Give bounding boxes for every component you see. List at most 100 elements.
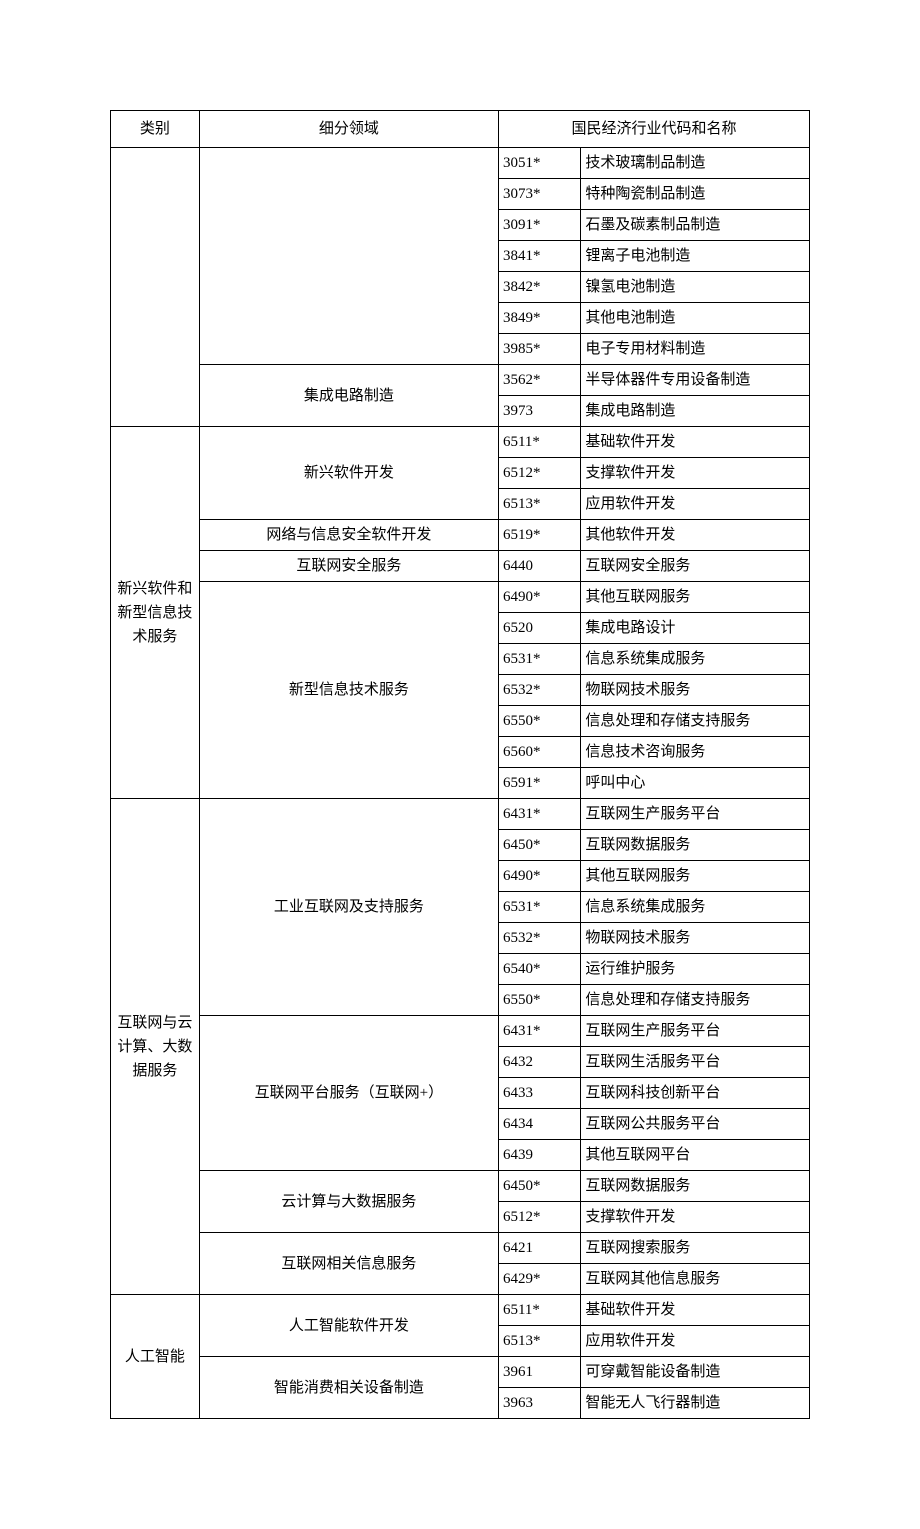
code-cell: 3562* [498,365,580,396]
code-cell: 6511* [498,427,580,458]
subfield-cell: 集成电路制造 [199,365,498,427]
table-row: 互联网安全服务6440互联网安全服务 [111,551,810,582]
header-codename: 国民经济行业代码和名称 [498,111,809,148]
name-cell: 互联网搜索服务 [581,1233,810,1264]
name-cell: 互联网安全服务 [581,551,810,582]
name-cell: 其他互联网平台 [581,1140,810,1171]
subfield-cell: 互联网安全服务 [199,551,498,582]
name-cell: 物联网技术服务 [581,923,810,954]
code-cell: 6450* [498,1171,580,1202]
code-cell: 6540* [498,954,580,985]
category-cell: 互联网与云计算、大数据服务 [111,799,200,1295]
name-cell: 运行维护服务 [581,954,810,985]
table-row: 新型信息技术服务6490*其他互联网服务 [111,582,810,613]
name-cell: 信息技术咨询服务 [581,737,810,768]
code-cell: 6519* [498,520,580,551]
code-cell: 3842* [498,272,580,303]
code-cell: 6532* [498,675,580,706]
name-cell: 智能无人飞行器制造 [581,1388,810,1419]
name-cell: 电子专用材料制造 [581,334,810,365]
code-cell: 6591* [498,768,580,799]
name-cell: 支撑软件开发 [581,1202,810,1233]
code-cell: 6450* [498,830,580,861]
industry-table: 类别细分领域国民经济行业代码和名称3051*技术玻璃制品制造3073*特种陶瓷制… [110,110,810,1419]
code-cell: 3051* [498,148,580,179]
subfield-cell: 人工智能软件开发 [199,1295,498,1357]
name-cell: 互联网生活服务平台 [581,1047,810,1078]
name-cell: 基础软件开发 [581,1295,810,1326]
code-cell: 6433 [498,1078,580,1109]
code-cell: 6434 [498,1109,580,1140]
name-cell: 集成电路设计 [581,613,810,644]
name-cell: 应用软件开发 [581,489,810,520]
table-row: 互联网与云计算、大数据服务工业互联网及支持服务6431*互联网生产服务平台 [111,799,810,830]
code-cell: 6513* [498,1326,580,1357]
code-cell: 6431* [498,1016,580,1047]
code-cell: 6490* [498,582,580,613]
code-cell: 3073* [498,179,580,210]
subfield-cell: 新型信息技术服务 [199,582,498,799]
code-cell: 3841* [498,241,580,272]
subfield-cell: 云计算与大数据服务 [199,1171,498,1233]
code-cell: 6512* [498,1202,580,1233]
code-cell: 6429* [498,1264,580,1295]
code-cell: 3961 [498,1357,580,1388]
name-cell: 其他电池制造 [581,303,810,334]
name-cell: 呼叫中心 [581,768,810,799]
table-row: 互联网相关信息服务6421互联网搜索服务 [111,1233,810,1264]
subfield-cell: 工业互联网及支持服务 [199,799,498,1016]
code-cell: 6550* [498,706,580,737]
code-cell: 3985* [498,334,580,365]
name-cell: 互联网其他信息服务 [581,1264,810,1295]
subfield-cell [199,148,498,365]
code-cell: 3849* [498,303,580,334]
subfield-cell: 互联网平台服务（互联网+） [199,1016,498,1171]
name-cell: 支撑软件开发 [581,458,810,489]
name-cell: 石墨及碳素制品制造 [581,210,810,241]
name-cell: 互联网生产服务平台 [581,1016,810,1047]
name-cell: 特种陶瓷制品制造 [581,179,810,210]
code-cell: 3973 [498,396,580,427]
name-cell: 信息系统集成服务 [581,892,810,923]
category-cell: 新兴软件和新型信息技术服务 [111,427,200,799]
name-cell: 基础软件开发 [581,427,810,458]
category-cell: 人工智能 [111,1295,200,1419]
code-cell: 3963 [498,1388,580,1419]
name-cell: 技术玻璃制品制造 [581,148,810,179]
subfield-cell: 智能消费相关设备制造 [199,1357,498,1419]
name-cell: 信息系统集成服务 [581,644,810,675]
name-cell: 互联网数据服务 [581,1171,810,1202]
name-cell: 镍氢电池制造 [581,272,810,303]
header-subfield: 细分领域 [199,111,498,148]
category-cell [111,148,200,427]
table-row: 新兴软件和新型信息技术服务新兴软件开发6511*基础软件开发 [111,427,810,458]
code-cell: 3091* [498,210,580,241]
code-cell: 6432 [498,1047,580,1078]
code-cell: 6440 [498,551,580,582]
name-cell: 可穿戴智能设备制造 [581,1357,810,1388]
name-cell: 半导体器件专用设备制造 [581,365,810,396]
name-cell: 其他软件开发 [581,520,810,551]
table-row: 云计算与大数据服务6450*互联网数据服务 [111,1171,810,1202]
subfield-cell: 互联网相关信息服务 [199,1233,498,1295]
code-cell: 6513* [498,489,580,520]
name-cell: 信息处理和存储支持服务 [581,985,810,1016]
table-row: 网络与信息安全软件开发6519*其他软件开发 [111,520,810,551]
name-cell: 信息处理和存储支持服务 [581,706,810,737]
name-cell: 物联网技术服务 [581,675,810,706]
code-cell: 6531* [498,892,580,923]
name-cell: 其他互联网服务 [581,582,810,613]
table-row: 3051*技术玻璃制品制造 [111,148,810,179]
name-cell: 集成电路制造 [581,396,810,427]
table-row: 人工智能人工智能软件开发6511*基础软件开发 [111,1295,810,1326]
subfield-cell: 网络与信息安全软件开发 [199,520,498,551]
code-cell: 6421 [498,1233,580,1264]
code-cell: 6490* [498,861,580,892]
name-cell: 互联网公共服务平台 [581,1109,810,1140]
code-cell: 6531* [498,644,580,675]
code-cell: 6439 [498,1140,580,1171]
name-cell: 互联网数据服务 [581,830,810,861]
code-cell: 6431* [498,799,580,830]
code-cell: 6520 [498,613,580,644]
code-cell: 6511* [498,1295,580,1326]
